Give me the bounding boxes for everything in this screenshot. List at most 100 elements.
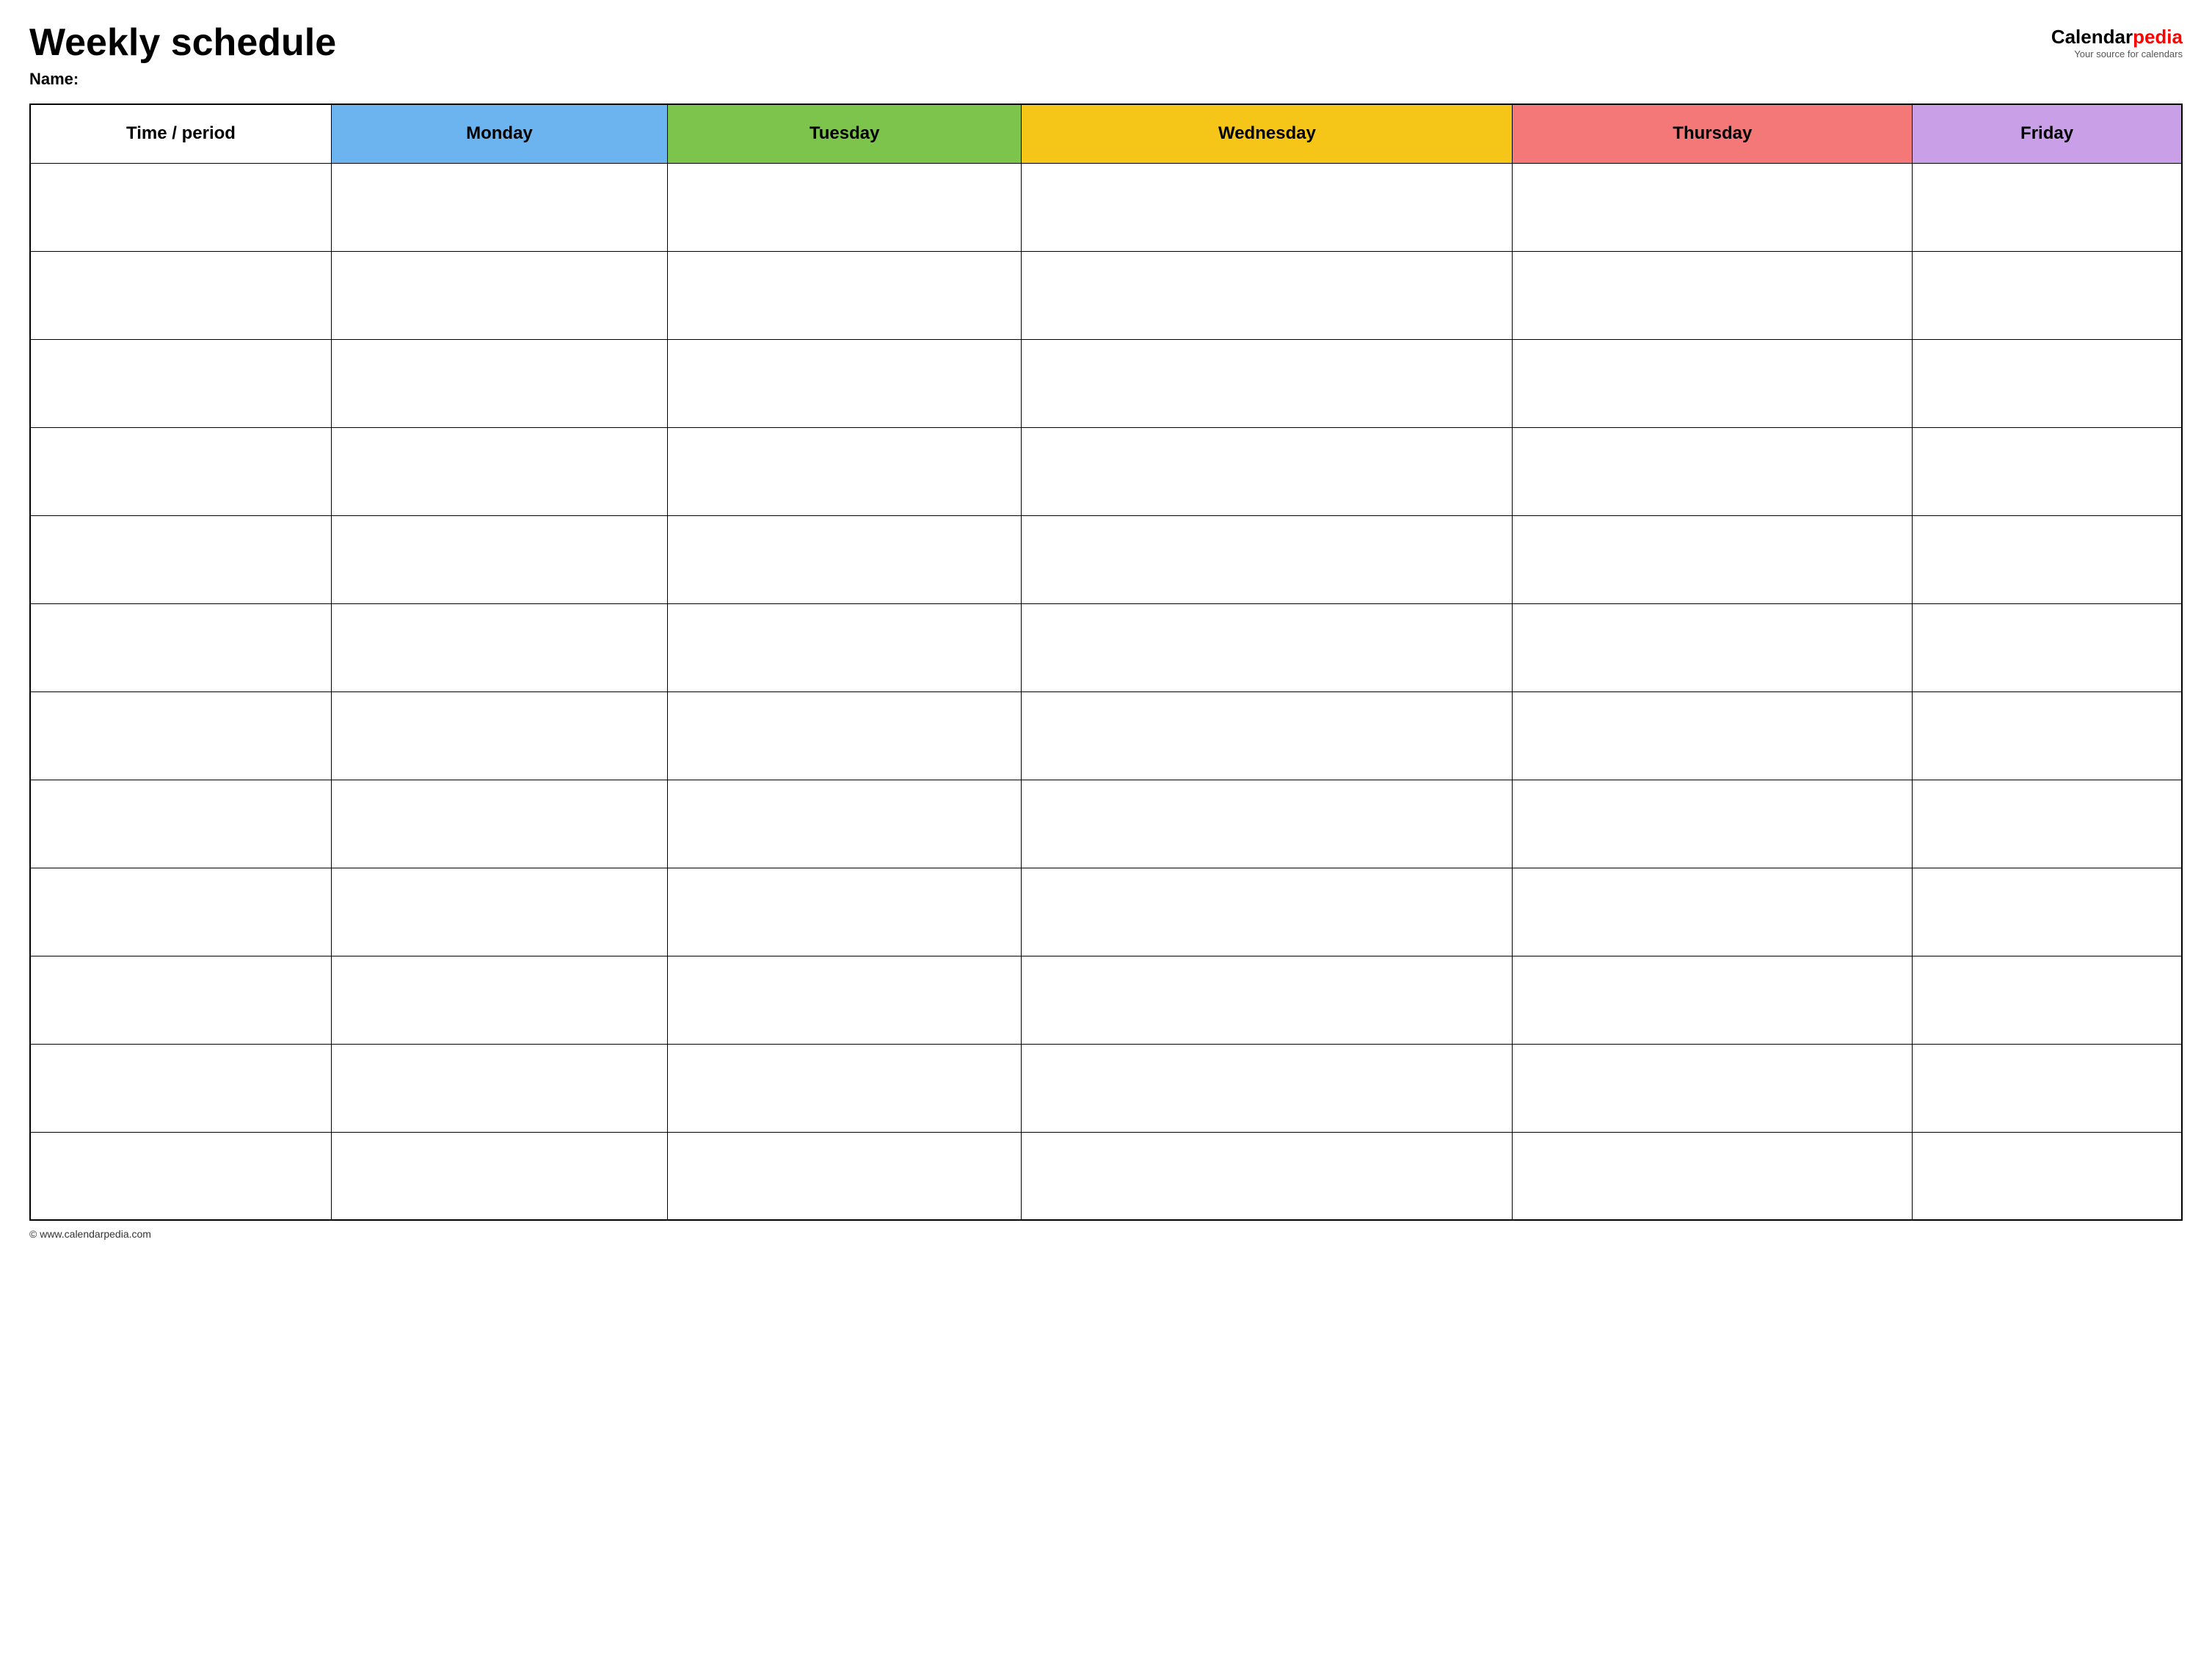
table-cell[interactable]	[30, 1044, 331, 1132]
table-row	[30, 163, 2182, 251]
table-row	[30, 691, 2182, 780]
table-cell[interactable]	[30, 163, 331, 251]
table-cell[interactable]	[667, 868, 1022, 956]
table-cell[interactable]	[1022, 780, 1513, 868]
table-cell[interactable]	[667, 1132, 1022, 1220]
table-cell[interactable]	[667, 1044, 1022, 1132]
table-row	[30, 1132, 2182, 1220]
table-cell[interactable]	[1913, 339, 2182, 427]
table-cell[interactable]	[1022, 1044, 1513, 1132]
schedule-table: Time / period Monday Tuesday Wednesday T…	[29, 104, 2183, 1221]
table-cell[interactable]	[667, 163, 1022, 251]
table-cell[interactable]	[30, 515, 331, 603]
logo-section: Calendarpedia Your source for calendars	[2051, 26, 2183, 59]
table-cell[interactable]	[331, 339, 667, 427]
table-cell[interactable]	[1513, 780, 1913, 868]
table-cell[interactable]	[331, 691, 667, 780]
table-cell[interactable]	[1513, 251, 1913, 339]
page-title: Weekly schedule	[29, 22, 336, 64]
table-cell[interactable]	[1513, 1044, 1913, 1132]
table-cell[interactable]	[1022, 956, 1513, 1044]
table-cell[interactable]	[667, 780, 1022, 868]
table-cell[interactable]	[1022, 427, 1513, 515]
title-section: Weekly schedule Name:	[29, 22, 336, 89]
table-cell[interactable]	[1022, 251, 1513, 339]
table-row	[30, 956, 2182, 1044]
table-cell[interactable]	[30, 956, 331, 1044]
table-cell[interactable]	[1022, 868, 1513, 956]
table-cell[interactable]	[30, 691, 331, 780]
table-cell[interactable]	[30, 868, 331, 956]
header-monday: Monday	[331, 104, 667, 163]
page-header: Weekly schedule Name: Calendarpedia Your…	[29, 22, 2183, 89]
table-cell[interactable]	[30, 251, 331, 339]
table-cell[interactable]	[1913, 603, 2182, 691]
table-cell[interactable]	[1022, 339, 1513, 427]
table-cell[interactable]	[331, 1044, 667, 1132]
table-cell[interactable]	[331, 868, 667, 956]
table-cell[interactable]	[331, 603, 667, 691]
table-cell[interactable]	[30, 603, 331, 691]
copyright-text: © www.calendarpedia.com	[29, 1228, 151, 1240]
table-row	[30, 780, 2182, 868]
name-label: Name:	[29, 70, 336, 89]
header-time: Time / period	[30, 104, 331, 163]
table-cell[interactable]	[667, 603, 1022, 691]
table-row	[30, 1044, 2182, 1132]
table-cell[interactable]	[1913, 691, 2182, 780]
logo-calendar: Calendar	[2051, 26, 2133, 48]
footer: © www.calendarpedia.com	[29, 1228, 2183, 1240]
table-cell[interactable]	[1513, 603, 1913, 691]
logo-text: Calendarpedia	[2051, 26, 2183, 48]
table-cell[interactable]	[30, 1132, 331, 1220]
table-cell[interactable]	[1913, 251, 2182, 339]
table-cell[interactable]	[30, 780, 331, 868]
table-cell[interactable]	[1513, 956, 1913, 1044]
table-cell[interactable]	[1913, 956, 2182, 1044]
header-tuesday: Tuesday	[667, 104, 1022, 163]
header-wednesday: Wednesday	[1022, 104, 1513, 163]
table-row	[30, 515, 2182, 603]
table-cell[interactable]	[1022, 515, 1513, 603]
table-cell[interactable]	[1513, 515, 1913, 603]
table-cell[interactable]	[1513, 339, 1913, 427]
table-cell[interactable]	[1913, 1132, 2182, 1220]
table-cell[interactable]	[1913, 780, 2182, 868]
table-cell[interactable]	[1022, 603, 1513, 691]
table-cell[interactable]	[1022, 163, 1513, 251]
table-row	[30, 339, 2182, 427]
table-cell[interactable]	[1513, 691, 1913, 780]
schedule-body	[30, 163, 2182, 1220]
table-cell[interactable]	[1022, 691, 1513, 780]
table-cell[interactable]	[667, 956, 1022, 1044]
table-cell[interactable]	[331, 251, 667, 339]
table-cell[interactable]	[331, 515, 667, 603]
table-cell[interactable]	[1913, 427, 2182, 515]
table-cell[interactable]	[331, 780, 667, 868]
table-cell[interactable]	[667, 515, 1022, 603]
logo-pedia: pedia	[2133, 26, 2183, 48]
table-cell[interactable]	[331, 1132, 667, 1220]
table-cell[interactable]	[1913, 515, 2182, 603]
table-cell[interactable]	[1913, 163, 2182, 251]
table-cell[interactable]	[667, 339, 1022, 427]
table-cell[interactable]	[331, 163, 667, 251]
table-cell[interactable]	[667, 251, 1022, 339]
table-cell[interactable]	[331, 427, 667, 515]
table-cell[interactable]	[1913, 868, 2182, 956]
table-row	[30, 251, 2182, 339]
table-cell[interactable]	[1022, 1132, 1513, 1220]
logo-tagline: Your source for calendars	[2074, 48, 2183, 59]
table-cell[interactable]	[1513, 1132, 1913, 1220]
table-cell[interactable]	[1513, 868, 1913, 956]
table-cell[interactable]	[1913, 1044, 2182, 1132]
table-cell[interactable]	[30, 427, 331, 515]
table-cell[interactable]	[667, 691, 1022, 780]
header-thursday: Thursday	[1513, 104, 1913, 163]
header-friday: Friday	[1913, 104, 2182, 163]
table-cell[interactable]	[1513, 427, 1913, 515]
table-cell[interactable]	[331, 956, 667, 1044]
table-cell[interactable]	[30, 339, 331, 427]
table-cell[interactable]	[1513, 163, 1913, 251]
table-cell[interactable]	[667, 427, 1022, 515]
